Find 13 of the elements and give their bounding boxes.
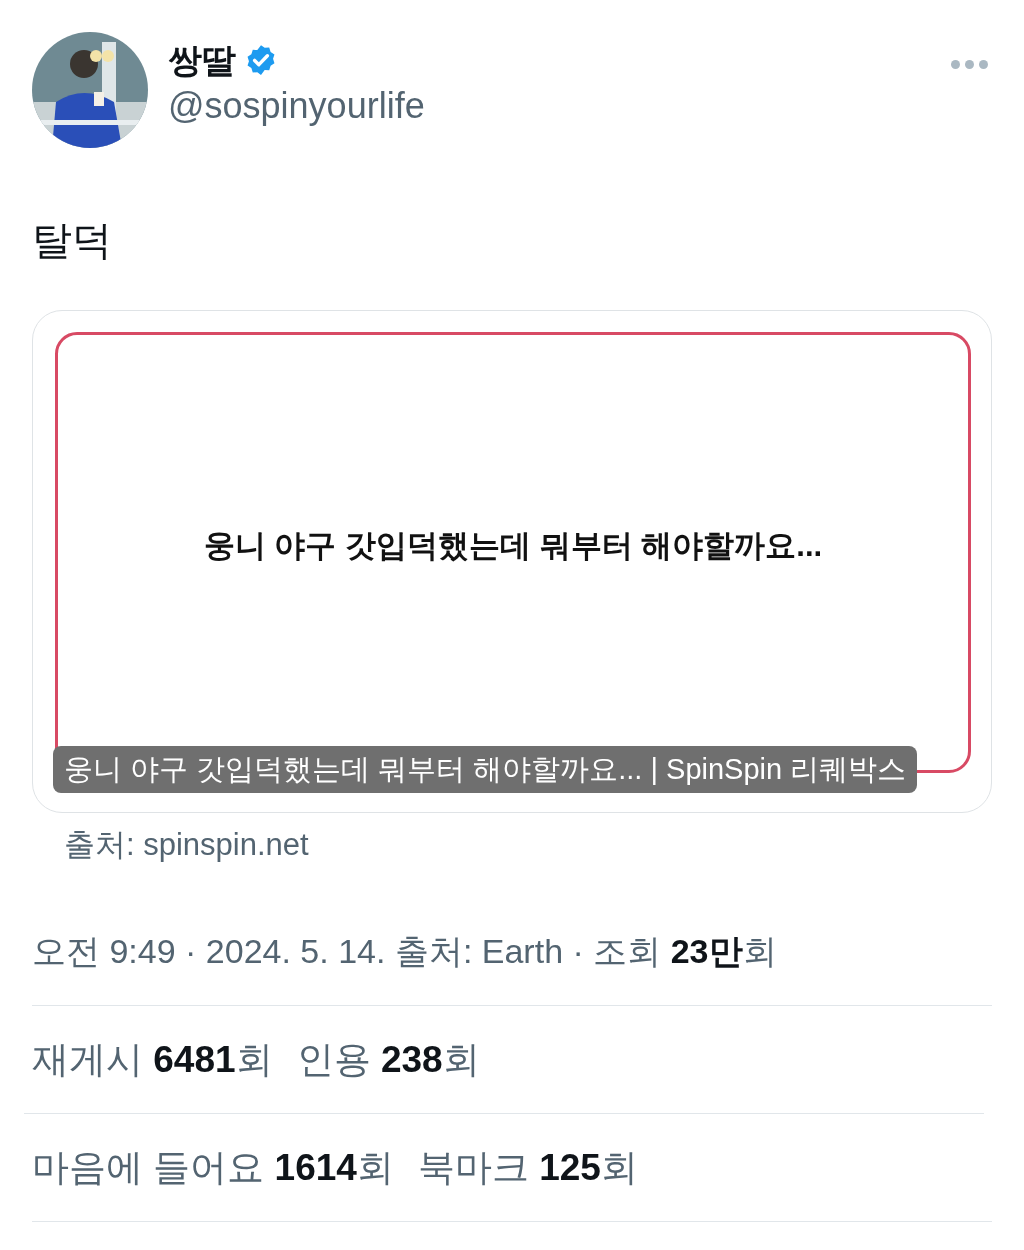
stat-count[interactable]: 재게시 6481회 [32, 1031, 273, 1088]
author-name: 쌍딸 [168, 40, 236, 80]
link-card[interactable]: 웅니 야구 갓입덕했는데 뭐부터 해야할까요... 웅니 야구 갓입덕했는데 뭐부터 해야할까요... | SpinSpin 리퀘박스 [32, 310, 992, 813]
more-icon[interactable] [951, 60, 988, 69]
tweet-meta: 오전 9:49 · 2024. 5. 14. 출처: Earth · 조회 23만회 [32, 931, 778, 972]
card-image-title: 웅니 야구 갓입덕했는데 뭐부터 해야할까요... [203, 527, 823, 566]
tweet-text: 탈덕 [32, 217, 113, 264]
author-handle[interactable]: @sospinyourlife [168, 84, 425, 128]
card-source[interactable]: 출처: spinspin.net [64, 825, 1024, 865]
stat-count[interactable]: 북마크 125회 [417, 1139, 638, 1196]
stat-count[interactable]: 인용 238회 [296, 1031, 480, 1088]
card-caption: 웅니 야구 갓입덕했는데 뭐부터 해야할까요... | SpinSpin 리퀘박스 [53, 746, 918, 793]
stat-count[interactable]: 마음에 들어요 1614회 [32, 1139, 394, 1196]
